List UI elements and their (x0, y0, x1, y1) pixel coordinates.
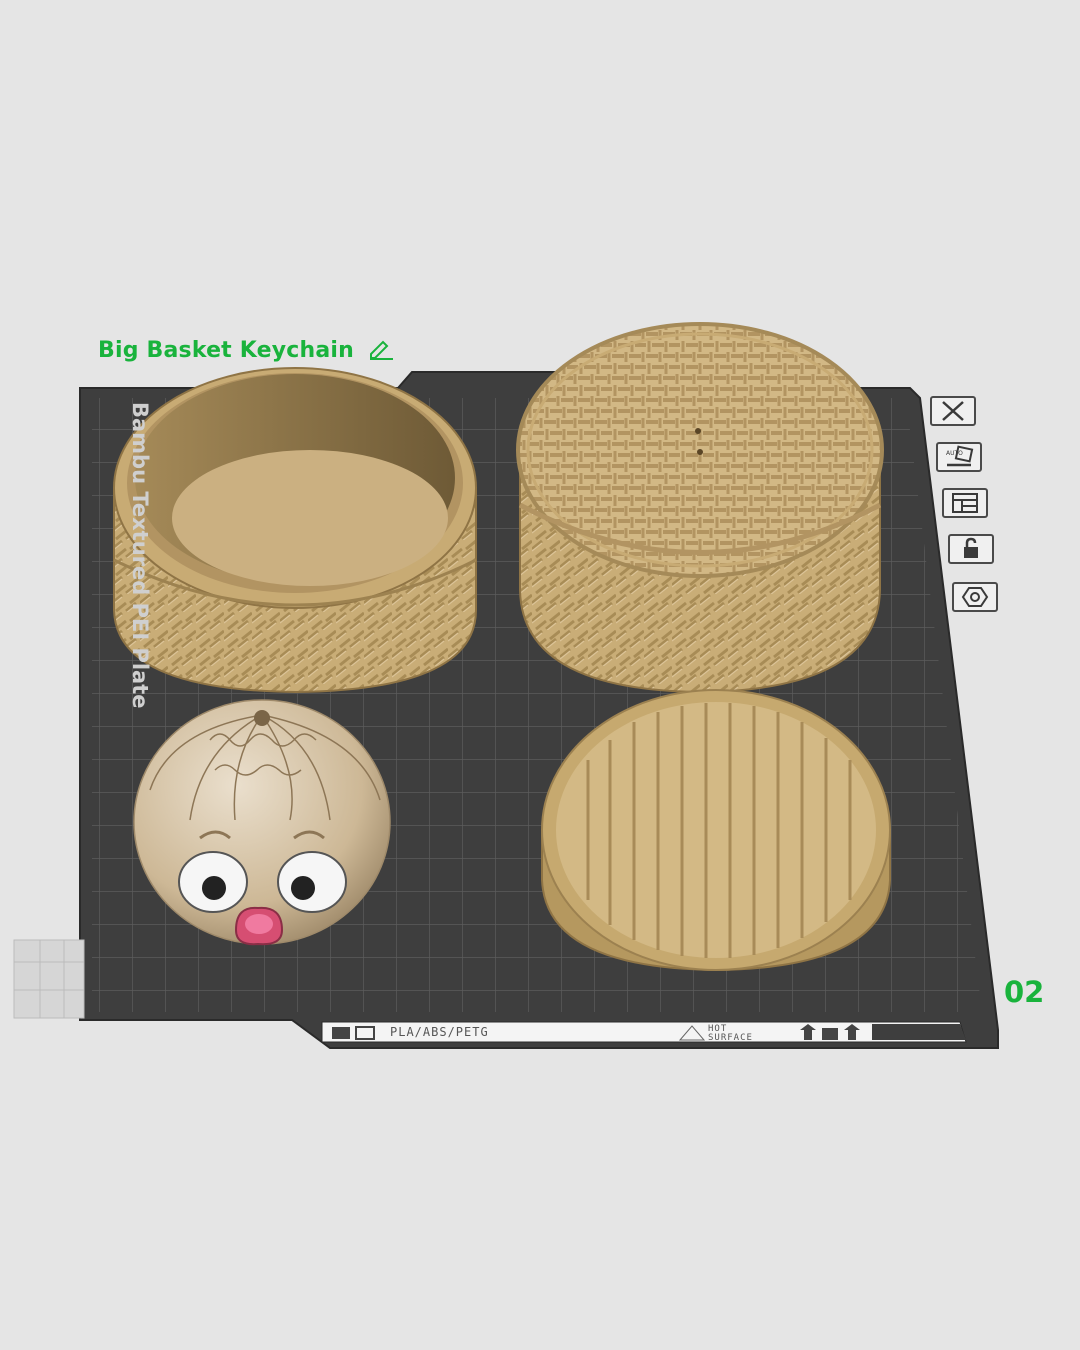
close-x-icon (942, 401, 964, 421)
auto-orient-icon: AUTO (946, 445, 974, 467)
viewport-3d[interactable] (0, 0, 1080, 1350)
plate-settings-button[interactable] (952, 582, 998, 612)
arrange-button[interactable] (942, 488, 988, 518)
open-basket[interactable] (113, 367, 477, 694)
settings-hex-icon (961, 587, 989, 607)
lock-icon (964, 537, 978, 558)
delete-plate-button[interactable] (930, 396, 976, 426)
plate-number: 02 (1004, 975, 1045, 1009)
steamed-bun-face[interactable] (133, 699, 391, 946)
basket-lid-slats[interactable] (541, 689, 891, 972)
svg-text:AUTO: AUTO (946, 450, 963, 457)
plate-type-label: Bambu Textured PEI Plate (128, 402, 152, 709)
filament-type-label: PLA/ABS/PETG (390, 1025, 489, 1039)
arrange-icon (952, 493, 978, 513)
hot-surface-warning: HOT SURFACE (708, 1024, 753, 1043)
edit-pencil-icon[interactable] (368, 338, 394, 360)
plate-title[interactable]: Big Basket Keychain (98, 338, 394, 363)
auto-orient-button[interactable]: AUTO (936, 442, 982, 472)
lock-plate-button[interactable] (948, 534, 994, 564)
closed-basket-with-lid[interactable] (516, 322, 884, 694)
plate-title-text[interactable]: Big Basket Keychain (98, 338, 354, 363)
